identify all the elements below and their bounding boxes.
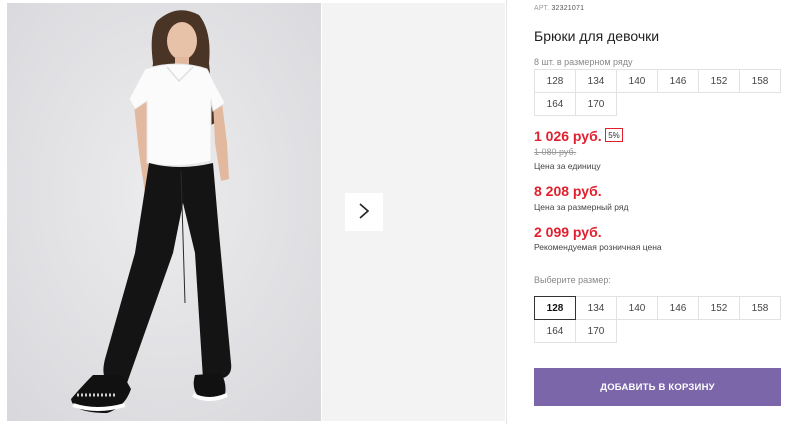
size-row-item: 164 — [534, 92, 576, 116]
size-row-caption: 8 шт. в размерном ряду — [534, 57, 633, 67]
row-price-caption: Цена за размерный ряд — [534, 202, 629, 212]
size-row-item: 170 — [575, 92, 617, 116]
product-title: Брюки для девочки — [534, 28, 660, 44]
size-option[interactable]: 134 — [575, 296, 617, 320]
size-row-item: 146 — [657, 69, 699, 93]
size-option[interactable]: 152 — [698, 296, 740, 320]
rrp-price: 2 099 руб. — [534, 224, 602, 240]
size-select-grid: 128 134 140 146 152 158 164 170 — [534, 296, 782, 343]
size-option[interactable]: 146 — [657, 296, 699, 320]
discount-badge: 5% — [605, 128, 623, 142]
sku-label: АРТ. — [534, 5, 550, 12]
divider — [506, 0, 507, 424]
rrp-caption: Рекомендуемая розничная цена — [534, 242, 662, 252]
size-row-item: 152 — [698, 69, 740, 93]
size-select-caption: Выберите размер: — [534, 275, 611, 285]
size-row-grid: 128 134 140 146 152 158 164 170 — [534, 69, 782, 116]
unit-price-caption: Цена за единицу — [534, 161, 601, 171]
gallery-next-button[interactable] — [345, 193, 383, 231]
product-image — [7, 3, 321, 421]
size-row-item: 140 — [616, 69, 658, 93]
size-option[interactable]: 164 — [534, 319, 576, 343]
size-row-item: 134 — [575, 69, 617, 93]
size-option[interactable]: 140 — [616, 296, 658, 320]
size-row-item: 128 — [534, 69, 576, 93]
chevron-right-icon — [358, 202, 370, 223]
size-option[interactable]: 170 — [575, 319, 617, 343]
row-price: 8 208 руб. — [534, 183, 602, 199]
unit-price: 1 026 руб. — [534, 128, 602, 144]
product-photo — [7, 3, 321, 421]
size-option-selected[interactable]: 128 — [534, 296, 576, 320]
sku-value: 32321071 — [551, 5, 585, 12]
old-price: 1 080 руб. — [534, 147, 577, 157]
size-row-item: 158 — [739, 69, 781, 93]
size-option[interactable]: 158 — [739, 296, 781, 320]
product-sku: АРТ. 32321071 — [534, 5, 584, 12]
add-to-cart-button[interactable]: ДОБАВИТЬ В КОРЗИНУ — [534, 368, 781, 406]
